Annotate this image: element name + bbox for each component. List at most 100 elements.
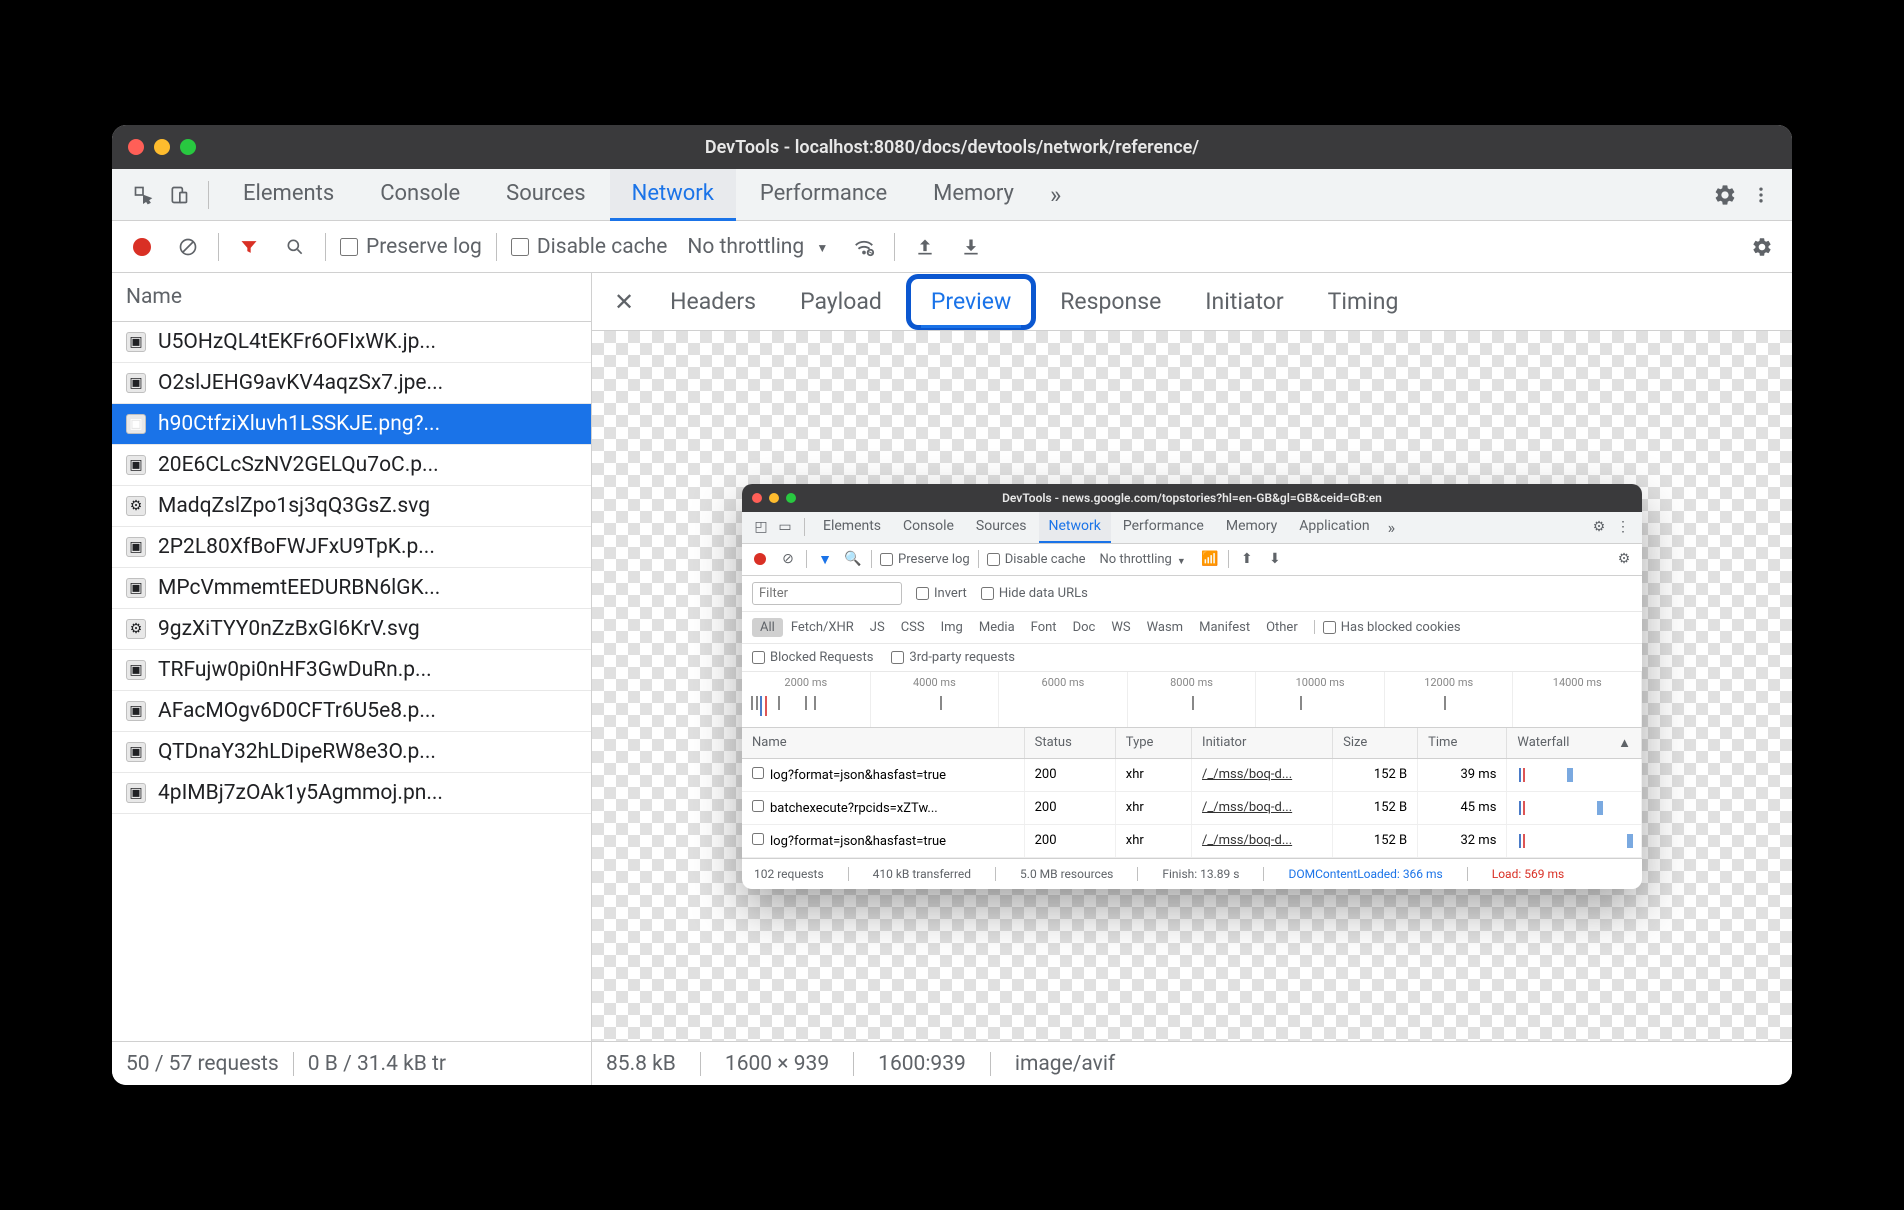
device-icon[interactable] <box>162 178 196 212</box>
footer: 50 / 57 requests 0 B / 31.4 kB tr 85.8 k… <box>112 1041 1792 1085</box>
tab-timing[interactable]: Timing <box>1308 279 1419 325</box>
settings-icon[interactable] <box>1708 178 1742 212</box>
traffic-lights <box>752 493 796 503</box>
tab-elements[interactable]: Elements <box>221 169 356 221</box>
tab-memory: Memory <box>1216 511 1287 543</box>
download-icon[interactable] <box>955 231 987 263</box>
file-row[interactable]: ▣4pIMBj7zOAk1y5Agmmoj.pn... <box>112 773 591 814</box>
type-filter: AllFetch/XHRJSCSSImgMediaFontDocWSWasmMa… <box>742 612 1642 644</box>
timeline-label: 4000 ms <box>913 676 956 689</box>
file-name: h90CtfziXluvh1LSSKJE.png?... <box>158 412 440 436</box>
column-header: Size <box>1333 728 1418 759</box>
throttling-select[interactable]: No throttling <box>681 235 834 259</box>
column-header: Initiator <box>1192 728 1333 759</box>
file-name: 9gzXiTYY0nZzBxGI6KrV.svg <box>158 617 420 641</box>
type-chip: Manifest <box>1191 618 1258 637</box>
file-icon: ▣ <box>126 742 146 762</box>
timeline-label: 10000 ms <box>1296 676 1345 689</box>
file-icon: ▣ <box>126 414 146 434</box>
tab-network[interactable]: Network <box>610 169 736 221</box>
maximize-window[interactable] <box>180 139 196 155</box>
file-row[interactable]: ▣20E6CLcSzNV2GELQu7oC.p... <box>112 445 591 486</box>
disable-cache-checkbox[interactable]: Disable cache <box>511 235 668 259</box>
file-row[interactable]: ▣MPcVmmemtEEDURBN6lGK... <box>112 568 591 609</box>
footer-mime: image/avif <box>1015 1052 1115 1076</box>
inspect-icon[interactable] <box>126 178 160 212</box>
file-list: ▣U5OHzQL4tEKFr6OFIxWK.jp...▣O2slJEHG9avK… <box>112 322 591 1041</box>
type-chip: Doc <box>1065 618 1104 637</box>
clear-icon[interactable] <box>172 231 204 263</box>
tab-initiator[interactable]: Initiator <box>1185 279 1303 325</box>
filter-input <box>752 582 902 605</box>
type-chip: Font <box>1023 618 1065 637</box>
wifi-icon: 📶 <box>1200 549 1220 569</box>
tab-headers[interactable]: Headers <box>650 279 776 325</box>
more-icon[interactable] <box>1744 178 1778 212</box>
window-title: DevTools - localhost:8080/docs/devtools/… <box>128 137 1776 158</box>
device-icon: ▭ <box>774 516 796 538</box>
tab-memory[interactable]: Memory <box>911 169 1036 221</box>
tab-performance: Performance <box>1113 511 1214 543</box>
has-blocked-cookies-checkbox: Has blocked cookies <box>1323 620 1461 635</box>
file-row[interactable]: ⚙9gzXiTYY0nZzBxGI6KrV.svg <box>112 609 591 650</box>
file-row[interactable]: ▣2P2L80XfBoFWJFxU9TpK.p... <box>112 527 591 568</box>
wifi-icon[interactable] <box>848 231 880 263</box>
footer-left: 50 / 57 requests 0 B / 31.4 kB tr <box>112 1042 592 1085</box>
search-icon: 🔍 <box>843 549 863 569</box>
file-name: MadqZslZpo1sj3qQ3GsZ.svg <box>158 494 430 518</box>
file-row[interactable]: ▣AFacMOgv6D0CFTr6U5e8.p... <box>112 691 591 732</box>
tab-performance[interactable]: Performance <box>738 169 909 221</box>
preserve-log-checkbox[interactable]: Preserve log <box>340 235 482 259</box>
file-icon: ▣ <box>126 701 146 721</box>
inner-toolbar: ⊘ ▼ 🔍 Preserve log Disable cache No thro… <box>742 544 1642 576</box>
separator <box>218 233 219 261</box>
column-header: Type <box>1115 728 1191 759</box>
inner-tabbar: ◰ ▭ Elements Console Sources Network Per… <box>742 512 1642 544</box>
preserve-log-label: Preserve log <box>366 235 482 259</box>
file-name: U5OHzQL4tEKFr6OFIxWK.jp... <box>158 330 436 354</box>
file-icon: ▣ <box>126 660 146 680</box>
close-icon[interactable]: ✕ <box>602 288 646 316</box>
file-name: 2P2L80XfBoFWJFxU9TpK.p... <box>158 535 435 559</box>
record-button[interactable] <box>126 231 158 263</box>
disable-cache-label: Disable cache <box>537 235 668 259</box>
file-row[interactable]: ⚙ MadqZslZpo1sj3qQ3GsZ.svg <box>112 486 591 527</box>
inner-titlebar: DevTools - news.google.com/topstories?hl… <box>742 484 1642 512</box>
file-icon: ⚙ <box>126 496 146 516</box>
close-window[interactable] <box>128 139 144 155</box>
close-window <box>752 493 762 503</box>
minimize-window[interactable] <box>154 139 170 155</box>
timeline-label: 6000 ms <box>1042 676 1085 689</box>
file-row[interactable]: ▣TRFujw0pi0nHF3GwDuRn.p... <box>112 650 591 691</box>
filter-icon[interactable] <box>233 231 265 263</box>
detail-pane: ✕ Headers Payload Preview Response Initi… <box>592 273 1792 1041</box>
file-name: QTDnaY32hLDipeRW8e3O.p... <box>158 740 436 764</box>
disable-cache-checkbox: Disable cache <box>987 552 1086 567</box>
tab-payload[interactable]: Payload <box>780 279 902 325</box>
devtools-window: DevTools - localhost:8080/docs/devtools/… <box>112 125 1792 1085</box>
file-row[interactable]: ▣O2slJEHG9avKV4aqzSx7.jpe... <box>112 363 591 404</box>
file-row[interactable]: ▣U5OHzQL4tEKFr6OFIxWK.jp... <box>112 322 591 363</box>
tabs-overflow[interactable]: » <box>1038 181 1073 209</box>
tab-response[interactable]: Response <box>1040 279 1181 325</box>
inner-title: DevTools - news.google.com/topstories?hl… <box>752 491 1632 505</box>
search-icon[interactable] <box>279 231 311 263</box>
file-row[interactable]: ▣ QTDnaY32hLDipeRW8e3O.p... <box>112 732 591 773</box>
upload-icon[interactable] <box>909 231 941 263</box>
footer-transfer: 0 B / 31.4 kB tr <box>308 1052 446 1076</box>
tab-sources[interactable]: Sources <box>484 169 608 221</box>
file-name: O2slJEHG9avKV4aqzSx7.jpe... <box>158 371 443 395</box>
tab-console[interactable]: Console <box>358 169 482 221</box>
upload-icon: ⬆ <box>1237 549 1257 569</box>
file-row[interactable]: ▣ h90CtfziXluvh1LSSKJE.png?... <box>112 404 591 445</box>
footer-size: 85.8 kB <box>606 1052 676 1076</box>
tab-preview[interactable]: Preview <box>906 274 1036 330</box>
separator <box>894 233 895 261</box>
sidebar-header[interactable]: Name <box>112 273 591 322</box>
column-header: Name <box>742 728 1024 759</box>
settings-icon[interactable] <box>1746 231 1778 263</box>
settings-icon: ⚙ <box>1588 516 1610 538</box>
table-row: log?format=json&hasfast=true200xhr/_/mss… <box>742 824 1642 857</box>
main-tabbar: Elements Console Sources Network Perform… <box>112 169 1792 221</box>
hide-data-urls-checkbox: Hide data URLs <box>981 586 1088 601</box>
